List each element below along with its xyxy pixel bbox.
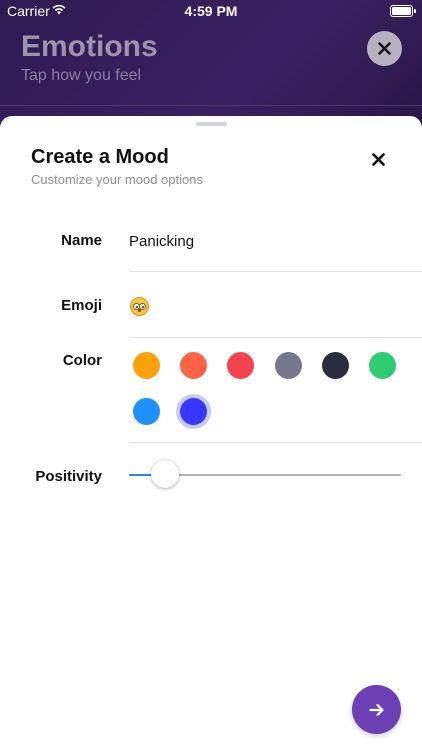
emoji-cheek bbox=[132, 307, 135, 309]
emoji-mouth bbox=[138, 309, 141, 312]
name-input[interactable]: Panicking bbox=[129, 233, 409, 250]
background-divider bbox=[0, 105, 422, 106]
color-swatch[interactable] bbox=[321, 352, 349, 379]
create-mood-sheet: Create a Mood Customize your mood option… bbox=[0, 116, 422, 750]
color-swatch[interactable] bbox=[180, 352, 208, 379]
status-bar: Carrier 4:59 PM bbox=[0, 0, 422, 22]
color-swatch[interactable] bbox=[180, 398, 208, 425]
emoji-label: Emoji bbox=[61, 297, 102, 314]
sheet-close-button[interactable] bbox=[368, 149, 388, 169]
status-time: 4:59 PM bbox=[184, 3, 238, 19]
flushed-face-emoji[interactable] bbox=[130, 297, 149, 316]
color-swatch[interactable] bbox=[133, 398, 160, 425]
color-swatch[interactable] bbox=[369, 352, 396, 379]
sheet-grabber[interactable] bbox=[196, 122, 227, 126]
sheet-title: Create a Mood bbox=[31, 146, 169, 168]
close-icon bbox=[371, 152, 385, 166]
color-swatch[interactable] bbox=[274, 352, 302, 379]
positivity-slider-thumb[interactable] bbox=[151, 460, 180, 488]
next-button[interactable] bbox=[352, 685, 401, 734]
emoji-cheek bbox=[144, 307, 147, 309]
background-title: Emotions bbox=[21, 30, 158, 63]
sheet-subtitle: Customize your mood options bbox=[31, 172, 203, 187]
name-divider bbox=[129, 271, 422, 272]
name-label: Name bbox=[61, 232, 102, 249]
arrow-right-icon bbox=[368, 703, 384, 716]
battery-icon bbox=[390, 5, 416, 17]
background-close-button[interactable] bbox=[367, 31, 402, 66]
color-divider bbox=[129, 442, 422, 443]
positivity-label: Positivity bbox=[35, 468, 102, 485]
color-label: Color bbox=[62, 352, 102, 369]
background-subtitle: Tap how you feel bbox=[21, 67, 142, 84]
close-icon bbox=[378, 42, 391, 55]
emoji-divider bbox=[129, 337, 422, 338]
color-swatch[interactable] bbox=[133, 352, 160, 379]
color-swatch[interactable] bbox=[227, 352, 255, 379]
